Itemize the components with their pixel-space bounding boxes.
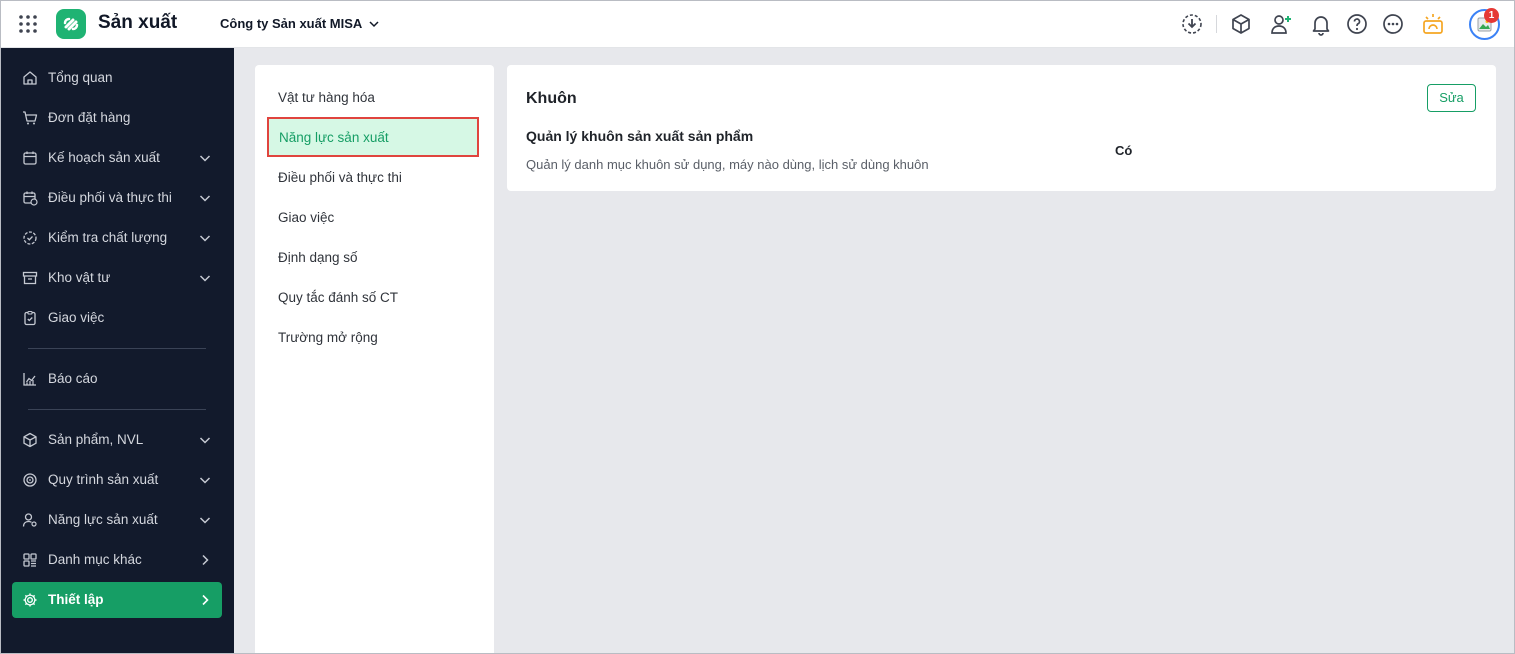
chevron-down-icon [199,195,211,202]
chevron-right-icon [202,594,209,606]
sidebar-item-reports[interactable]: Báo cáo [12,361,222,397]
clipboard-icon [24,310,36,326]
chevron-down-icon [199,437,211,444]
sidebar-item-label: Danh mục khác [48,552,142,567]
submenu-item-label: Vật tư hàng hóa [278,90,375,105]
bell-icon[interactable] [1309,12,1333,36]
more-icon[interactable] [1381,12,1405,36]
submenu-item-label: Trường mở rộng [278,330,378,345]
sidebar: Tổng quan Đơn đặt hàng Kế hoạch sản xuất… [0,48,234,654]
setting-name: Quản lý khuôn sản xuất sản phẩm [526,128,754,144]
submenu-item-label: Giao việc [278,210,335,225]
submenu-item-label: Định dạng số [278,250,358,265]
chevron-down-icon [199,275,211,282]
submenu-item-capacity[interactable]: Năng lực sản xuất [267,117,479,157]
sidebar-item-label: Thiết lập [48,592,104,607]
apps-grid-icon[interactable] [19,15,37,33]
settings-submenu: Vật tư hàng hóa Năng lực sản xuất Điều p… [255,65,494,654]
sunrise-icon[interactable] [1421,12,1445,36]
check-circle-icon [23,231,37,245]
submenu-item-extended-fields[interactable]: Trường mở rộng [255,318,494,358]
sidebar-item-label: Tổng quan [48,70,113,85]
sidebar-divider [28,409,206,410]
sidebar-item-orders[interactable]: Đơn đặt hàng [12,100,222,136]
sidebar-item-overview[interactable]: Tổng quan [12,60,222,96]
sidebar-item-label: Báo cáo [48,371,98,386]
sidebar-item-other-categories[interactable]: Danh mục khác [12,542,222,578]
home-icon [23,71,37,85]
sidebar-item-label: Kế hoạch sản xuất [48,150,160,165]
archive-icon [22,271,38,285]
submenu-item-dispatch[interactable]: Điều phối và thực thi [255,158,494,198]
submenu-item-tasks[interactable]: Giao việc [255,198,494,238]
sidebar-item-settings[interactable]: Thiết lập [12,582,222,618]
sidebar-item-label: Kiểm tra chất lượng [48,230,168,245]
download-icon[interactable] [1180,12,1204,36]
sidebar-item-products[interactable]: Sản phẩm, NVL [12,422,222,458]
submenu-item-materials[interactable]: Vật tư hàng hóa [255,78,494,118]
sidebar-item-label: Kho vật tư [48,270,111,285]
company-name: Công ty Sản xuất MISA [220,16,363,31]
setting-value: Có [1115,143,1133,158]
submenu-item-label: Quy tắc đánh số CT [278,290,399,305]
user-gear-icon [22,513,37,527]
submenu-item-label: Điều phối và thực thi [278,170,402,185]
sidebar-item-label: Sản phẩm, NVL [48,432,144,447]
add-user-icon[interactable] [1269,12,1293,36]
chevron-right-icon [202,554,209,566]
sidebar-item-label: Năng lực sản xuất [48,512,158,527]
sidebar-item-process[interactable]: Quy trình sản xuất [12,462,222,498]
gear-icon [23,593,37,607]
top-header: Sản xuất Công ty Sản xuất MISA 1 [0,0,1515,48]
submenu-item-label: Năng lực sản xuất [279,130,389,145]
sidebar-item-production-plan[interactable]: Kế hoạch sản xuất [12,140,222,176]
sidebar-item-label: Quy trình sản xuất [48,472,159,487]
submenu-item-number-format[interactable]: Định dạng số [255,238,494,278]
help-icon[interactable] [1345,12,1369,36]
sidebar-item-label: Giao việc [48,310,105,325]
setting-description: Quản lý danh mục khuôn sử dụng, máy nào … [526,157,929,172]
chevron-down-icon [199,155,211,162]
chevron-down-icon [199,517,211,524]
submenu-item-numbering-rules[interactable]: Quy tắc đánh số CT [255,278,494,318]
section-title: Khuôn [526,90,577,107]
mold-settings-card: Khuôn Sửa Quản lý khuôn sản xuất sản phẩ… [507,65,1496,191]
app-title: Sản xuất [98,12,178,33]
chevron-down-icon [199,235,211,242]
sidebar-item-tasks[interactable]: Giao việc [12,300,222,336]
company-selector[interactable]: Công ty Sản xuất MISA [220,16,380,31]
app-logo-icon[interactable] [56,9,86,39]
calendar-icon [23,151,37,165]
sidebar-item-capacity[interactable]: Năng lực sản xuất [12,502,222,538]
sidebar-item-label: Điều phối và thực thi [48,190,172,205]
box-icon [23,432,37,448]
sidebar-item-label: Đơn đặt hàng [48,110,131,125]
chevron-down-icon [369,21,379,28]
process-icon [23,473,37,487]
header-divider [1216,15,1217,33]
sidebar-divider [28,348,206,349]
box-icon[interactable] [1229,12,1253,36]
cart-icon [23,111,38,125]
chart-icon [23,373,36,386]
sidebar-item-warehouse[interactable]: Kho vật tư [12,260,222,296]
chevron-down-icon [199,477,211,484]
grid-icon [23,553,37,567]
edit-button[interactable]: Sửa [1427,84,1476,112]
notification-badge: 1 [1484,8,1499,23]
calendar-clock-icon [23,191,38,206]
sidebar-item-dispatch[interactable]: Điều phối và thực thi [12,180,222,216]
sidebar-item-quality-check[interactable]: Kiểm tra chất lượng [12,220,222,256]
